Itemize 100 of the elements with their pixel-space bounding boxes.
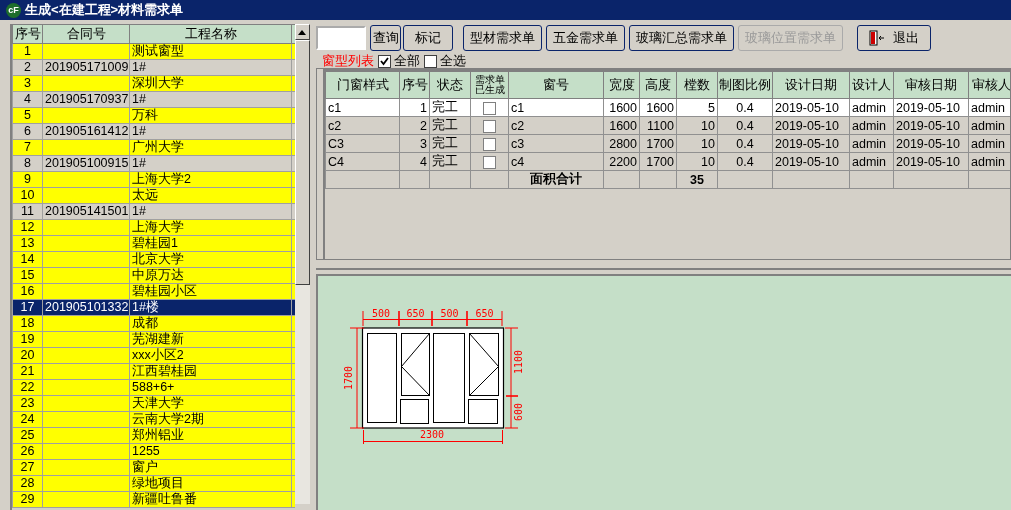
dimension-label: 500 [440, 308, 459, 319]
table-cell: 201905100915 [42, 155, 130, 172]
dimension-label: 2300 [419, 429, 445, 440]
table-cell: 13 [12, 235, 43, 252]
table-cell: 18 [12, 315, 43, 332]
table-cell: 201905161412 [42, 123, 130, 140]
table-cell: 窗户 [129, 459, 292, 476]
toolbar-button[interactable]: 查询 [370, 25, 401, 51]
table-cell: 4 [12, 91, 43, 108]
table-cell: 15 [12, 267, 43, 284]
table-cell: 26 [12, 443, 43, 460]
dimension-label: 600 [513, 402, 524, 422]
toolbar-button[interactable]: 型材需求单 [463, 25, 542, 51]
table-cell: 25 [12, 427, 43, 444]
table-cell: 10 [12, 187, 43, 204]
column-header: 窗号 [508, 71, 604, 99]
column-header: 高度 [639, 71, 677, 99]
total-label: 面积合计 [508, 170, 604, 189]
table-cell: admin [849, 116, 894, 135]
table-cell: C4 [325, 152, 400, 171]
table-cell: 12 [12, 219, 43, 236]
column-header: 序号 [399, 71, 430, 99]
toolbar-button[interactable]: 五金需求单 [546, 25, 625, 51]
table-cell: 1# [129, 91, 292, 108]
exit-button[interactable]: 退出 [857, 25, 931, 51]
toolbar-button[interactable]: 标记 [403, 25, 453, 51]
column-header: 合同号 [42, 24, 130, 44]
table-cell: 2800 [603, 134, 640, 153]
table-cell: 2019-05-10 [772, 134, 850, 153]
table-cell: 2019-05-10 [772, 116, 850, 135]
table-cell: 1 [12, 43, 43, 60]
table-cell: 1255 [129, 443, 292, 460]
table-cell: 2019-05-10 [893, 152, 969, 171]
table-cell: 2019-05-10 [893, 116, 969, 135]
table-cell: 1# [129, 155, 292, 172]
table-cell: 2200 [603, 152, 640, 171]
checkbox[interactable] [483, 137, 496, 151]
table-cell: 2019-05-10 [893, 98, 969, 117]
checkbox[interactable] [483, 155, 496, 169]
table-cell: admin [849, 152, 894, 171]
door-icon [869, 30, 885, 46]
toolbar-button[interactable]: 玻璃汇总需求单 [629, 25, 734, 51]
column-header: 设计人 [849, 71, 894, 99]
checkbox[interactable] [378, 54, 391, 68]
table-cell: 2 [12, 59, 43, 76]
table-cell: 1 [399, 98, 430, 117]
table-cell: 1#楼 [129, 299, 292, 316]
checkbox[interactable] [483, 119, 496, 133]
table-cell: 6 [12, 123, 43, 140]
column-header: 审核日期 [893, 71, 969, 99]
column-header: 樘数 [676, 71, 718, 99]
table-cell: c1 [325, 98, 400, 117]
table-cell: 深圳大学 [129, 75, 292, 92]
table-cell: 1700 [639, 152, 677, 171]
table-cell: 太远 [129, 187, 292, 204]
table-cell: 完工 [429, 152, 471, 171]
table-cell: 郑州铝业 [129, 427, 292, 444]
column-header: 宽度 [603, 71, 640, 99]
table-cell: 19 [12, 331, 43, 348]
table-cell: 9 [12, 171, 43, 188]
checkbox[interactable] [424, 54, 437, 68]
table-cell: 新疆吐鲁番 [129, 491, 292, 508]
table-cell: 3 [399, 134, 430, 153]
table-cell: 5 [12, 107, 43, 124]
table-cell: 0.4 [717, 134, 773, 153]
table-cell: 201905170937 [42, 91, 130, 108]
table-cell: 22 [12, 379, 43, 396]
table-cell: admin [849, 134, 894, 153]
group-title: 窗型列表 [322, 52, 374, 70]
checkbox[interactable] [483, 101, 496, 115]
table-cell: xxx小区2 [129, 347, 292, 364]
table-cell: 测试窗型 [129, 43, 292, 60]
table-cell: 1# [129, 123, 292, 140]
table-cell: 29 [12, 491, 43, 508]
table-cell: 1# [129, 59, 292, 76]
checkbox-option[interactable]: 全选 [424, 52, 466, 70]
table-cell: 绿地项目 [129, 475, 292, 492]
table-cell: 21 [12, 363, 43, 380]
table-cell: 2 [399, 116, 430, 135]
table-cell: 江西碧桂园 [129, 363, 292, 380]
search-field[interactable] [316, 26, 366, 50]
column-header: 序号 [12, 24, 43, 44]
table-cell: 完工 [429, 116, 471, 135]
table-cell: 广州大学 [129, 139, 292, 156]
table-cell: c3 [508, 134, 604, 153]
dimension-label: 500 [371, 308, 391, 319]
table-cell: 27 [12, 459, 43, 476]
table-cell: 16 [12, 283, 43, 300]
table-cell: c4 [508, 152, 604, 171]
table-cell: C3 [325, 134, 400, 153]
checkbox-option[interactable]: 全部 [378, 52, 420, 70]
table-cell: 3 [12, 75, 43, 92]
table-cell: 2019-05-10 [772, 98, 850, 117]
table-cell: 0.4 [717, 152, 773, 171]
table-cell: admin [849, 98, 894, 117]
table-cell: 云南大学2期 [129, 411, 292, 428]
table-cell: 0.4 [717, 116, 773, 135]
window-title: 生成<在建工程>材料需求单 [25, 1, 184, 19]
table-cell: 完工 [429, 98, 471, 117]
table-cell: 1600 [603, 116, 640, 135]
